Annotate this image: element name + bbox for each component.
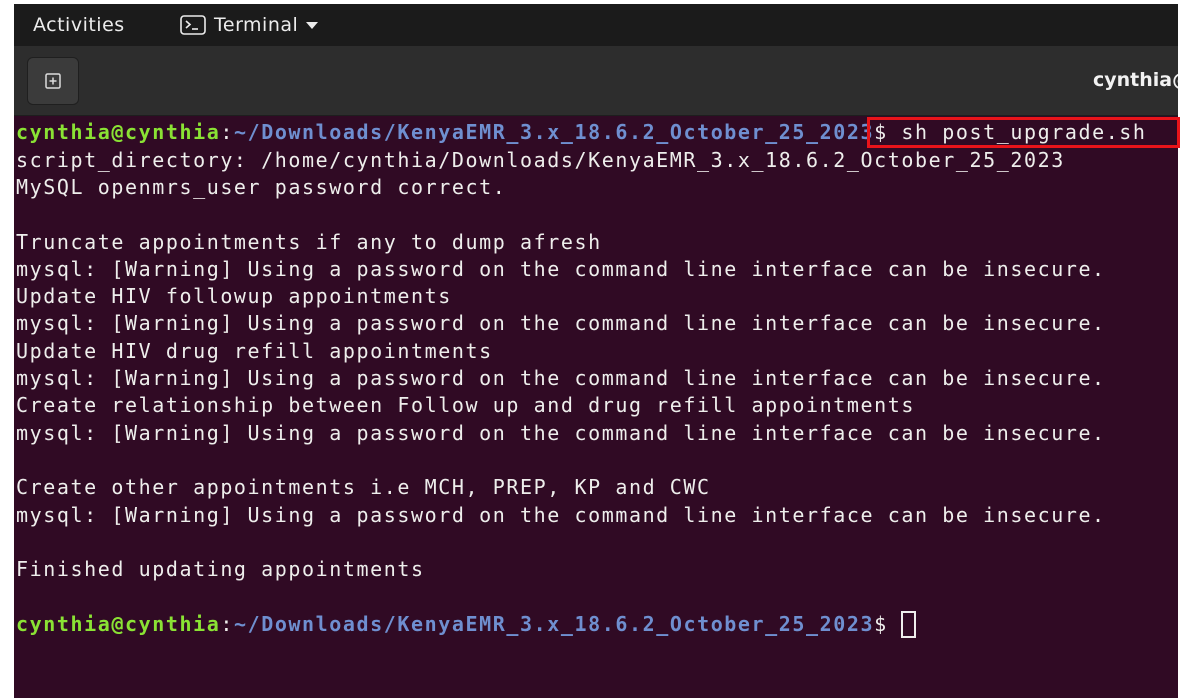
- output-line: Create other appointments i.e MCH, PREP,…: [16, 475, 711, 500]
- output-line: mysql: [Warning] Using a password on the…: [16, 256, 1106, 281]
- app-menu-terminal[interactable]: Terminal: [180, 4, 319, 46]
- output-line: script_directory: /home/cynthia/Download…: [16, 147, 1065, 172]
- output-line: Truncate appointments if any to dump afr…: [16, 229, 602, 254]
- prompt-symbol: $: [874, 611, 888, 636]
- output-line: mysql: [Warning] Using a password on the…: [16, 311, 1106, 336]
- terminal-header-bar: cynthia@: [14, 46, 1178, 116]
- caret-down-icon: [306, 21, 319, 29]
- output-line: mysql: [Warning] Using a password on the…: [16, 502, 1106, 527]
- prompt-separator: :: [220, 120, 234, 145]
- prompt-user-host: cynthia@cynthia: [16, 611, 221, 636]
- prompt-path: ~/Downloads/KenyaEMR_3.x_18.6.2_October_…: [233, 120, 875, 145]
- gnome-top-bar: Activities Terminal: [14, 4, 1178, 46]
- screen-frame: Activities Terminal cynthia@ cynthia@cyn…: [14, 4, 1178, 698]
- activities-button[interactable]: Activities: [33, 4, 125, 46]
- prompt-separator: :: [220, 611, 234, 636]
- text-cursor: [901, 610, 917, 638]
- current-prompt-line: cynthia@cynthia:~/Downloads/KenyaEMR_3.x…: [16, 610, 1178, 638]
- terminal-output[interactable]: cynthia@cynthia:~/Downloads/KenyaEMR_3.x…: [14, 116, 1178, 698]
- output-line: Update HIV drug refill appointments: [16, 338, 493, 363]
- command-highlight-box: [867, 117, 1180, 148]
- output-line: MySQL openmrs_user password correct.: [16, 174, 507, 199]
- window-title: cynthia@: [1093, 69, 1178, 91]
- output-line: Finished updating appointments: [16, 557, 425, 582]
- output-line: Update HIV followup appointments: [16, 284, 452, 309]
- output-line: mysql: [Warning] Using a password on the…: [16, 420, 1106, 445]
- new-tab-button[interactable]: [27, 57, 79, 105]
- output-line: Create relationship between Follow up an…: [16, 393, 915, 418]
- terminal-icon: [180, 15, 206, 35]
- app-menu-label: Terminal: [214, 14, 299, 36]
- prompt-user-host: cynthia@cynthia: [16, 120, 221, 145]
- output-line: mysql: [Warning] Using a password on the…: [16, 366, 1106, 391]
- prompt-path: ~/Downloads/KenyaEMR_3.x_18.6.2_October_…: [233, 611, 875, 636]
- new-tab-icon: [45, 73, 61, 89]
